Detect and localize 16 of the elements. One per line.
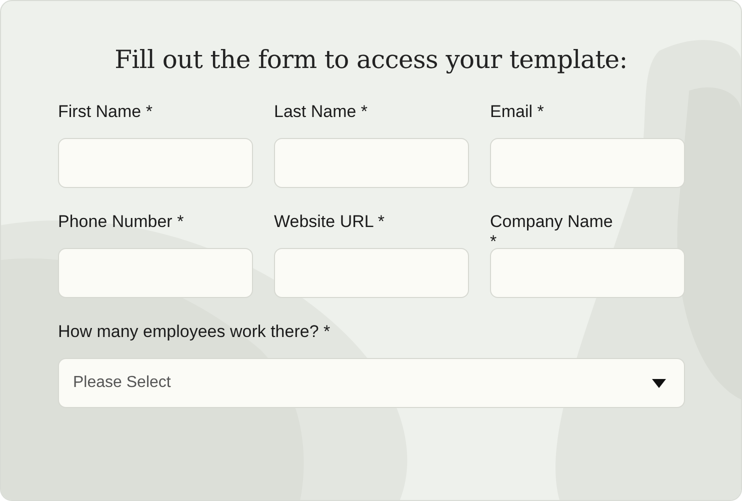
field-label: Company Name *: [490, 212, 614, 248]
input-field[interactable]: [490, 248, 685, 298]
field-label: How many employees work there? *: [58, 322, 332, 343]
input-field[interactable]: [274, 138, 469, 188]
caret-icon: [652, 378, 666, 388]
input-field[interactable]: [274, 248, 469, 298]
field-label: Website URL *: [274, 212, 386, 233]
select-field[interactable]: Please Select: [58, 358, 685, 408]
field-label: Last Name *: [274, 102, 369, 123]
field-label: Phone Number *: [58, 212, 185, 233]
input-field[interactable]: [58, 248, 253, 298]
field-label: Email *: [490, 102, 545, 123]
input-field[interactable]: [490, 138, 685, 188]
input-field[interactable]: [58, 138, 253, 188]
field-label: First Name *: [58, 102, 154, 123]
form-title: Fill out the form to access your template:: [114, 45, 628, 74]
